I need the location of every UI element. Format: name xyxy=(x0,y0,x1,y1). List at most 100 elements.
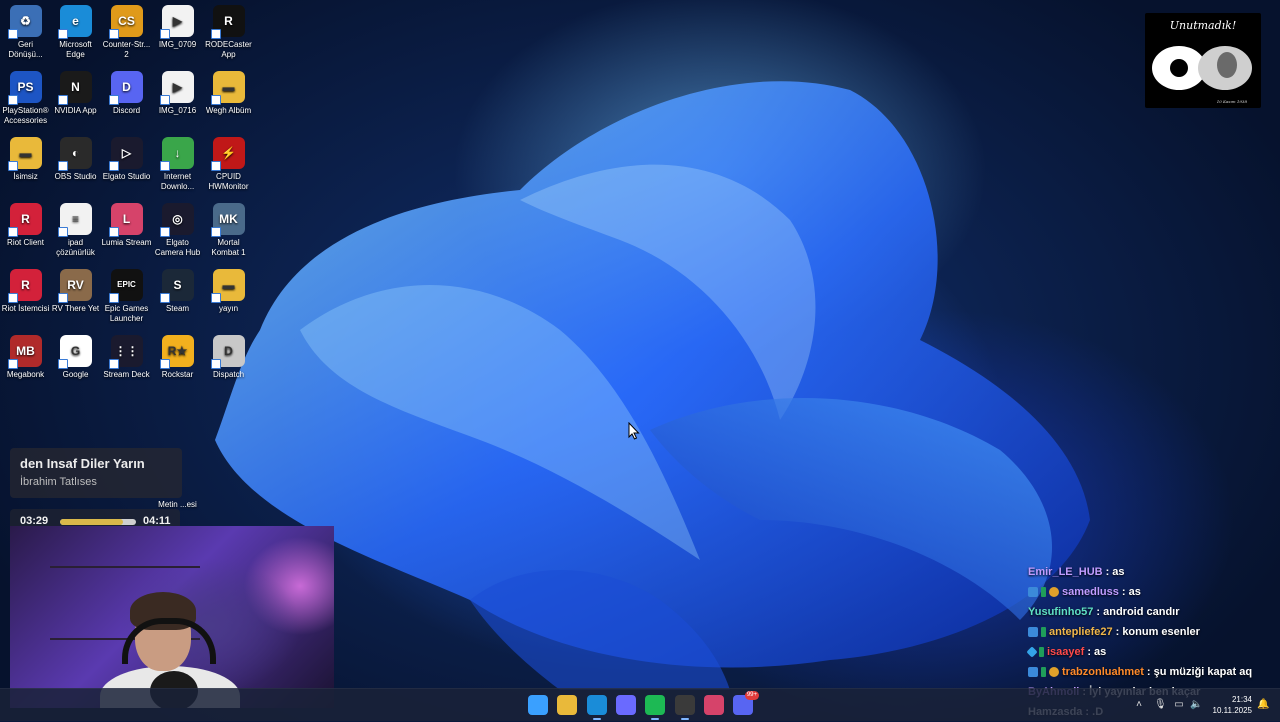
desktop-icon[interactable]: ↓ Internet Downlo... xyxy=(152,137,203,192)
gem-badge-icon xyxy=(1026,646,1038,658)
dispatch-icon: D xyxy=(210,335,245,369)
now-playing-widget: den Insaf Diler Yarın İbrahim Tatlıses xyxy=(10,448,182,498)
desktop-icon[interactable]: MB Megabonk xyxy=(0,335,51,380)
desktop-icon[interactable]: RV RV There Yet xyxy=(50,269,101,314)
desktop-icon[interactable]: e Microsoft Edge xyxy=(50,5,101,60)
desktop-icon[interactable]: ▬ Wegh Albüm xyxy=(203,71,254,116)
volume-icon[interactable]: 🔈 xyxy=(1190,699,1202,711)
chat-username: isaayef xyxy=(1047,646,1085,658)
mouse-cursor-icon xyxy=(628,422,640,440)
chat-text: : şu müziği kapat aq xyxy=(1146,666,1253,678)
store-icon[interactable] xyxy=(616,695,636,715)
chat-message: Yusufinho57: android candır xyxy=(1028,602,1278,622)
mortal-kombat-icon: MK xyxy=(210,203,245,237)
chat-message: samedluss: as xyxy=(1028,582,1278,602)
desktop-icon-label: Elgato Camera Hub xyxy=(154,238,201,257)
desktop-icon[interactable]: ▬ yayın xyxy=(203,269,254,314)
sub-badge-icon xyxy=(1039,647,1044,657)
notification-bell-icon[interactable]: 🔔 xyxy=(1257,699,1269,711)
desktop-icon-label: Steam xyxy=(165,304,190,313)
desktop-icon[interactable]: R Riot İstemcisi xyxy=(0,269,51,314)
spotify-icon[interactable] xyxy=(645,695,665,720)
hwmonitor-icon: ⚡ xyxy=(210,137,245,171)
lumia-stream-icon: L xyxy=(108,203,143,237)
desktop-icon[interactable]: R★ Rockstar xyxy=(152,335,203,380)
obs-icon: ◐ xyxy=(57,137,92,171)
desktop-icon-label: Mortal Kombat 1 xyxy=(211,238,246,257)
desktop-icon-label: yayın xyxy=(218,304,239,313)
song-progress-bar xyxy=(60,519,136,525)
idm-icon: ↓ xyxy=(159,137,194,171)
elgato-studio-icon: ▷ xyxy=(108,137,143,171)
discord-notification-badge: 99+ xyxy=(744,691,759,700)
epic-games-icon: EPIC xyxy=(108,269,143,303)
rodecaster-icon: R xyxy=(210,5,245,39)
desktop-icon[interactable]: MK Mortal Kombat 1 xyxy=(203,203,254,258)
desktop-icon[interactable]: ▷ Elgato Studio xyxy=(101,137,152,182)
chat-text: : as xyxy=(1105,566,1125,578)
desktop-icon[interactable]: ≡ ipad çözünürlük xyxy=(50,203,101,258)
discord-icon: D xyxy=(108,71,143,105)
sub-badge-icon xyxy=(1041,667,1046,677)
desktop-icon-label: NVIDIA App xyxy=(54,106,97,115)
desktop-icon[interactable]: ⚡ CPUID HWMonitor xyxy=(203,137,254,192)
desktop-icon[interactable]: ▶ IMG_0709 xyxy=(152,5,203,50)
desktop-icon-label: İsimsiz xyxy=(13,172,38,181)
chat-username: antepliefe27 xyxy=(1049,626,1113,638)
nvidia-icon: N xyxy=(57,71,92,105)
video-file-icon: ▶ xyxy=(159,71,194,105)
desktop-icon[interactable]: L Lumia Stream xyxy=(101,203,152,248)
desktop-icon-label: IMG_0709 xyxy=(158,40,197,49)
desktop-icon[interactable]: PS PlayStation® Accessories xyxy=(0,71,51,126)
desktop-icon[interactable]: D Discord xyxy=(101,71,152,116)
ataturk-memorial-card: Unutmadık! 10 Kasım 1938 xyxy=(1145,13,1261,108)
desktop-icon[interactable]: ♻ Geri Dönüşü... xyxy=(0,5,51,60)
tray-overflow-icon[interactable]: ˄ xyxy=(1133,699,1145,711)
desktop-icon-label: ipad çözünürlük xyxy=(56,238,95,257)
desktop-icon[interactable]: ◎ Elgato Camera Hub xyxy=(152,203,203,258)
desktop-icon[interactable]: ◐ OBS Studio xyxy=(50,137,101,182)
desktop-icon[interactable]: R Riot Client xyxy=(0,203,51,248)
folder-icon: ▬ xyxy=(7,137,42,171)
desktop-icon-label: CPUID HWMonitor xyxy=(208,172,249,191)
chat-username: Emir_LE_HUB xyxy=(1028,566,1103,578)
rockstar-icon: R★ xyxy=(159,335,194,369)
desktop-icon-label: Wegh Albüm xyxy=(205,106,252,115)
desktop-icon-label: RODECaster App xyxy=(205,40,252,59)
chat-message: isaayef: as xyxy=(1026,642,1278,662)
obs-taskbar-icon[interactable] xyxy=(675,695,695,720)
system-clock[interactable]: 21:34 10.11.2025 xyxy=(1206,694,1252,716)
start-button[interactable] xyxy=(528,695,548,715)
desktop-icon-label: Geri Dönüşü... xyxy=(8,40,43,59)
chat-text: : as xyxy=(1087,646,1107,658)
chat-username: trabzonluahmet xyxy=(1062,666,1144,678)
recycle-bin-icon: ♻ xyxy=(7,5,42,39)
microphone-icon[interactable]: 🎙 xyxy=(1154,699,1167,711)
desktop-icon-label: Counter-Str... 2 xyxy=(102,40,151,59)
desktop-icon-label: PlayStation® Accessories xyxy=(2,106,49,125)
desktop-icon[interactable]: R RODECaster App xyxy=(203,5,254,60)
desktop-icon[interactable]: ⋮⋮ Stream Deck xyxy=(101,335,152,380)
video-file-icon: ▶ xyxy=(159,5,194,39)
desktop-icon[interactable]: S Steam xyxy=(152,269,203,314)
playstation-icon: PS xyxy=(7,71,42,105)
chat-message: trabzonluahmet: şu müziği kapat aq xyxy=(1028,662,1278,682)
network-icon[interactable]: ▭ xyxy=(1173,699,1185,711)
counter-strike-icon: CS xyxy=(108,5,143,39)
desktop-icon[interactable]: CS Counter-Str... 2 xyxy=(101,5,152,60)
desktop-icon[interactable]: ▶ IMG_0716 xyxy=(152,71,203,116)
file-explorer-icon[interactable] xyxy=(557,695,577,715)
discord-taskbar-icon[interactable]: 99+ xyxy=(733,691,759,715)
desktop-icon[interactable]: EPIC Epic Games Launcher xyxy=(101,269,152,324)
desktop-icon[interactable]: ▬ İsimsiz xyxy=(0,137,51,182)
desktop-icon-label: Riot Client xyxy=(7,238,44,247)
desktop-icon[interactable]: D Dispatch xyxy=(203,335,254,380)
desktop-icon[interactable]: N NVIDIA App xyxy=(50,71,101,116)
sub-badge-icon xyxy=(1041,587,1046,597)
bits-badge-icon xyxy=(1049,667,1059,677)
riot-client-icon: R xyxy=(7,269,42,303)
desktop-icon-label: Discord xyxy=(112,106,141,115)
lumia-taskbar-icon[interactable] xyxy=(704,695,724,715)
edge-taskbar-icon[interactable] xyxy=(587,695,607,720)
desktop-icon[interactable]: G Google xyxy=(50,335,101,380)
